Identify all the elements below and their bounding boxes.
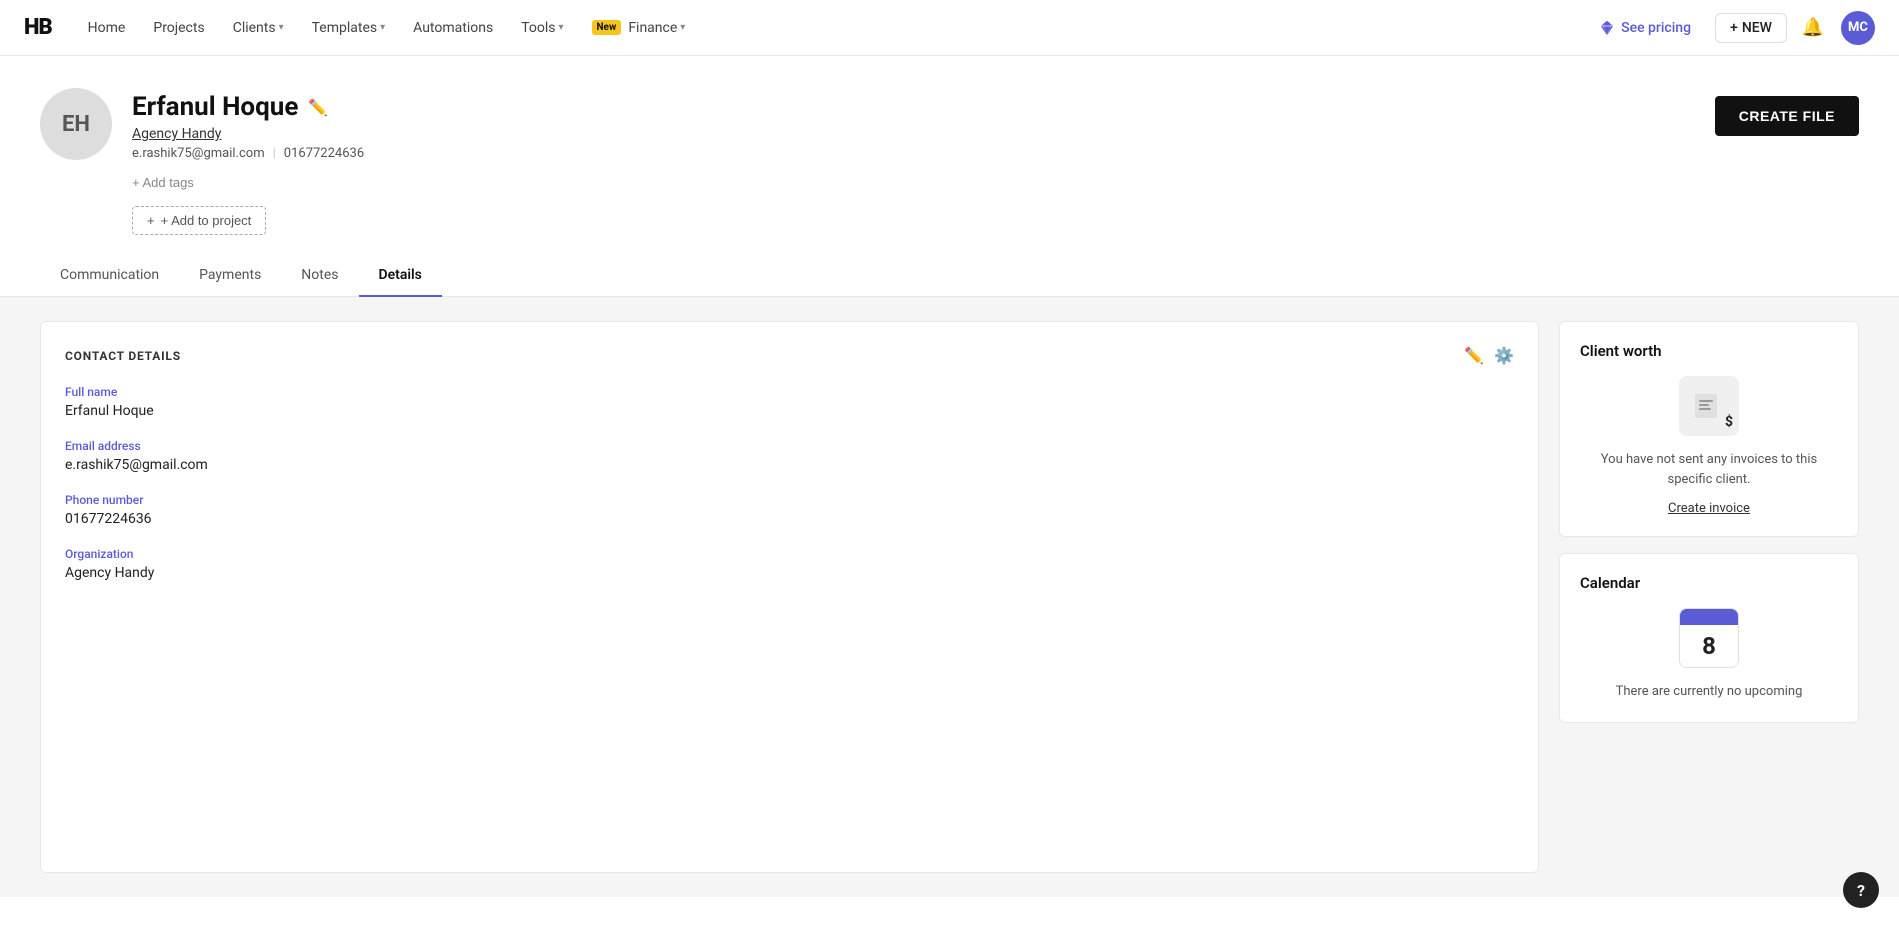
tools-chevron-icon: ▾ [558, 22, 563, 33]
finance-new-badge: New [592, 20, 622, 35]
profile-organization[interactable]: Agency Handy [132, 126, 364, 142]
nav-finance[interactable]: New Finance ▾ [580, 14, 698, 42]
edit-profile-icon[interactable]: ✏️ [308, 98, 328, 117]
page-content: EH Erfanul Hoque ✏️ Agency Handy e.rashi… [0, 56, 1899, 928]
contact-details-card: CONTACT DETAILS ✏️ ⚙️ Full name Erfanul … [40, 321, 1539, 873]
tab-notes[interactable]: Notes [281, 255, 358, 297]
logo: HB [24, 15, 52, 40]
see-pricing-button[interactable]: See pricing [1587, 14, 1703, 42]
nav-home[interactable]: Home [76, 14, 138, 42]
clients-chevron-icon: ▾ [279, 22, 284, 33]
calendar-icon-wrap: 8 [1580, 608, 1838, 668]
invoice-empty-message: You have not sent any invoices to this s… [1580, 450, 1838, 489]
new-button[interactable]: + NEW [1715, 13, 1787, 43]
dollar-sign-icon: $ [1725, 414, 1733, 430]
contact-phone-field: Phone number 01677224636 [65, 493, 1514, 527]
contact-email-field: Email address e.rashik75@gmail.com [65, 439, 1514, 473]
client-worth-card: Client worth $ You have not sent any inv… [1559, 321, 1859, 537]
add-to-project-button[interactable]: + + Add to project [132, 206, 266, 235]
calendar-icon: 8 [1679, 608, 1739, 668]
nav-tools[interactable]: Tools ▾ [509, 14, 575, 42]
bell-icon: 🔔 [1802, 17, 1824, 38]
contact-org-field: Organization Agency Handy [65, 547, 1514, 581]
invoice-icon-wrap: $ [1580, 376, 1838, 436]
contact-card-actions: ✏️ ⚙️ [1464, 346, 1514, 365]
navbar: HB Home Projects Clients ▾ Templates ▾ A… [0, 0, 1899, 56]
profile-header: EH Erfanul Hoque ✏️ Agency Handy e.rashi… [0, 56, 1899, 235]
calendar-title: Calendar [1580, 574, 1838, 592]
contact-card-header: CONTACT DETAILS ✏️ ⚙️ [65, 346, 1514, 365]
contact-fullname-field: Full name Erfanul Hoque [65, 385, 1514, 419]
nav-projects[interactable]: Projects [141, 14, 216, 42]
finance-chevron-icon: ▾ [680, 22, 685, 33]
calendar-day-number: 8 [1680, 625, 1738, 667]
calendar-card: Calendar 8 There are currently no upcomi… [1559, 553, 1859, 723]
main-body: CONTACT DETAILS ✏️ ⚙️ Full name Erfanul … [0, 297, 1899, 897]
contact-separator: | [273, 146, 276, 161]
add-tags-button[interactable]: + Add tags [132, 173, 194, 192]
create-file-button[interactable]: CREATE FILE [1715, 96, 1859, 136]
tab-details[interactable]: Details [359, 255, 442, 297]
contact-details-title: CONTACT DETAILS [65, 349, 181, 363]
tabs-bar: Communication Payments Notes Details [0, 255, 1899, 297]
profile-name-row: Erfanul Hoque ✏️ [132, 92, 364, 122]
edit-contact-icon[interactable]: ✏️ [1464, 346, 1484, 365]
tab-communication[interactable]: Communication [40, 255, 179, 297]
tab-payments[interactable]: Payments [179, 255, 281, 297]
diamond-icon [1599, 20, 1615, 36]
invoice-icon: $ [1679, 376, 1739, 436]
notifications-button[interactable]: 🔔 [1795, 10, 1831, 46]
nav-automations[interactable]: Automations [401, 14, 505, 42]
right-sidebar: Client worth $ You have not sent any inv… [1559, 321, 1859, 873]
profile-contact: e.rashik75@gmail.com | 01677224636 [132, 146, 364, 161]
nav-templates[interactable]: Templates ▾ [300, 14, 398, 42]
profile-tags: + Add tags [132, 173, 364, 192]
calendar-header-strip [1680, 609, 1738, 625]
create-invoice-link[interactable]: Create invoice [1580, 501, 1838, 516]
plus-icon: + [1730, 20, 1738, 36]
calendar-empty-message: There are currently no upcoming [1580, 682, 1838, 702]
profile-left: EH Erfanul Hoque ✏️ Agency Handy e.rashi… [40, 88, 364, 235]
plus-icon: + [147, 213, 155, 228]
nav-clients[interactable]: Clients ▾ [221, 14, 296, 42]
settings-contact-icon[interactable]: ⚙️ [1494, 346, 1514, 365]
help-button[interactable]: ? [1843, 872, 1879, 908]
templates-chevron-icon: ▾ [380, 22, 385, 33]
client-worth-title: Client worth [1580, 342, 1838, 360]
avatar[interactable]: MC [1841, 11, 1875, 45]
profile-avatar: EH [40, 88, 112, 160]
profile-info: Erfanul Hoque ✏️ Agency Handy e.rashik75… [132, 88, 364, 235]
